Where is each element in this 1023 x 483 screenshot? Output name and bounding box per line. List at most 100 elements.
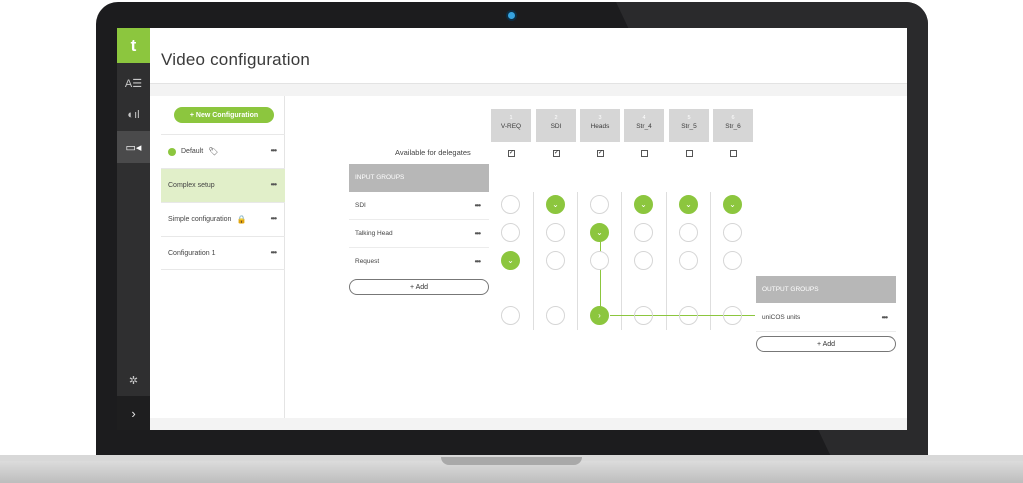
delegate-checkbox[interactable] [730,150,737,157]
video-camera-icon[interactable]: ▭◂ [117,131,150,163]
app-logo[interactable]: t [117,28,150,63]
new-configuration-button[interactable]: + New Configuration [174,107,274,123]
more-options-icon[interactable]: ••• [271,248,277,257]
route-toggle[interactable] [590,251,609,270]
input-groups-header: INPUT GROUPS [349,164,489,192]
delegate-checkbox[interactable] [686,150,693,157]
output-group-label: uniCOS units [762,314,801,321]
column-number: 6 [731,115,735,121]
grid-divider [710,192,711,330]
more-options-icon[interactable]: ••• [882,313,888,322]
route-toggle[interactable] [501,306,520,325]
stream-column-header: 3 Heads [580,109,620,142]
main-content: + New Configuration Default 🏷 ••• Comple… [150,96,907,418]
column-number: 4 [642,115,646,121]
config-item-label: Default [181,148,204,155]
stream-column-header: 2 SDI [536,109,576,142]
config-item-configuration-1[interactable]: Configuration 1 ••• [161,236,285,270]
delegate-checkbox[interactable] [641,150,648,157]
page-title: Video configuration [161,50,311,69]
input-group-talking-head[interactable]: Talking Head ••• [349,220,489,248]
route-toggle-active[interactable]: ⌄ [634,195,653,214]
laptop-mockup: t A☰ ◐ıl ▭◂ ✲ › Video configuration + Ne… [0,0,1023,483]
route-toggle[interactable] [546,251,565,270]
route-toggle[interactable] [634,223,653,242]
more-options-icon[interactable]: ••• [271,146,277,155]
route-toggle[interactable] [634,251,653,270]
column-number: 2 [554,115,558,121]
available-for-delegates-label: Available for delegates [395,148,471,157]
grid-divider [666,192,667,330]
lock-icon: 🔒 [236,215,247,224]
stream-column-header: 5 Str_5 [669,109,709,142]
more-options-icon[interactable]: ••• [475,201,481,210]
route-connector-line [600,236,601,314]
active-config-dot [168,147,176,156]
tag-icon: 🏷 [208,147,219,156]
input-group-label: Talking Head [355,230,393,237]
more-options-icon[interactable]: ••• [475,229,481,238]
presenter-screen-icon[interactable]: A☰ [117,67,150,99]
grid-divider [577,192,578,330]
grid-divider [621,192,622,330]
route-toggle[interactable] [679,251,698,270]
expand-chevron-icon[interactable]: › [117,396,150,430]
route-toggle[interactable] [501,223,520,242]
more-options-icon[interactable]: ••• [475,257,481,266]
output-group-unicos-units[interactable]: uniCOS units ••• [756,304,896,332]
stream-column-header: 4 Str_4 [624,109,664,142]
column-name: Str_5 [681,123,697,130]
column-number: 1 [509,115,513,121]
app-screen: t A☰ ◐ıl ▭◂ ✲ › Video configuration + Ne… [117,28,907,430]
output-groups-header: OUTPUT GROUPS [756,276,896,303]
config-item-complex-setup[interactable]: Complex setup ••• [161,168,285,202]
route-toggle[interactable] [546,223,565,242]
config-item-label: Complex setup [168,182,215,189]
nav-rail: t A☰ ◐ıl ▭◂ ✲ › [117,28,150,430]
more-options-icon[interactable]: ••• [271,214,277,223]
input-group-label: Request [355,258,380,265]
route-toggle-active[interactable]: › [590,306,609,325]
route-toggle[interactable] [634,306,653,325]
column-number: 3 [598,115,602,121]
stream-column-header: 1 V-REQ [491,109,531,142]
grid-divider [533,192,534,330]
configuration-list: + New Configuration Default 🏷 ••• Comple… [161,96,285,418]
input-group-label: SDI [355,202,366,209]
input-group-request[interactable]: Request ••• [349,248,489,276]
route-toggle[interactable] [590,195,609,214]
config-item-label: Configuration 1 [168,249,216,257]
route-toggle-active[interactable]: ⌄ [679,195,698,214]
route-toggle[interactable] [546,306,565,325]
column-name: Heads [590,123,610,130]
more-options-icon[interactable]: ••• [271,180,277,189]
route-toggle-active[interactable]: ⌄ [546,195,565,214]
delegate-checkbox[interactable]: ✓ [508,150,515,157]
column-name: Str_6 [725,123,741,130]
add-output-group-button[interactable]: + Add [756,336,896,352]
route-toggle[interactable] [723,223,742,242]
config-item-label: Simple configuration [168,216,232,223]
page-header: Video configuration [150,28,907,84]
stream-column-header: 6 Str_6 [713,109,753,142]
route-toggle[interactable] [679,306,698,325]
route-toggle[interactable] [679,223,698,242]
column-name: V-REQ [500,123,522,130]
config-item-default[interactable]: Default 🏷 ••• [161,134,285,168]
laptop-notch [441,457,582,465]
config-item-simple-configuration[interactable]: Simple configuration 🔒 ••• [161,202,285,236]
add-input-group-button[interactable]: + Add [349,279,489,295]
stats-icon[interactable]: ◐ıl [117,99,150,131]
delegate-checkbox[interactable]: ✓ [553,150,560,157]
webcam [508,12,515,19]
route-toggle[interactable] [723,251,742,270]
settings-gear-icon[interactable]: ✲ [117,364,150,396]
route-toggle-active[interactable]: ⌄ [501,251,520,270]
route-toggle[interactable] [501,195,520,214]
delegate-checkbox[interactable]: ✓ [597,150,604,157]
column-name: SDI [550,123,562,130]
column-number: 5 [687,115,691,121]
route-toggle-active[interactable]: ⌄ [723,195,742,214]
route-toggle[interactable] [723,306,742,325]
input-group-sdi[interactable]: SDI ••• [349,192,489,220]
